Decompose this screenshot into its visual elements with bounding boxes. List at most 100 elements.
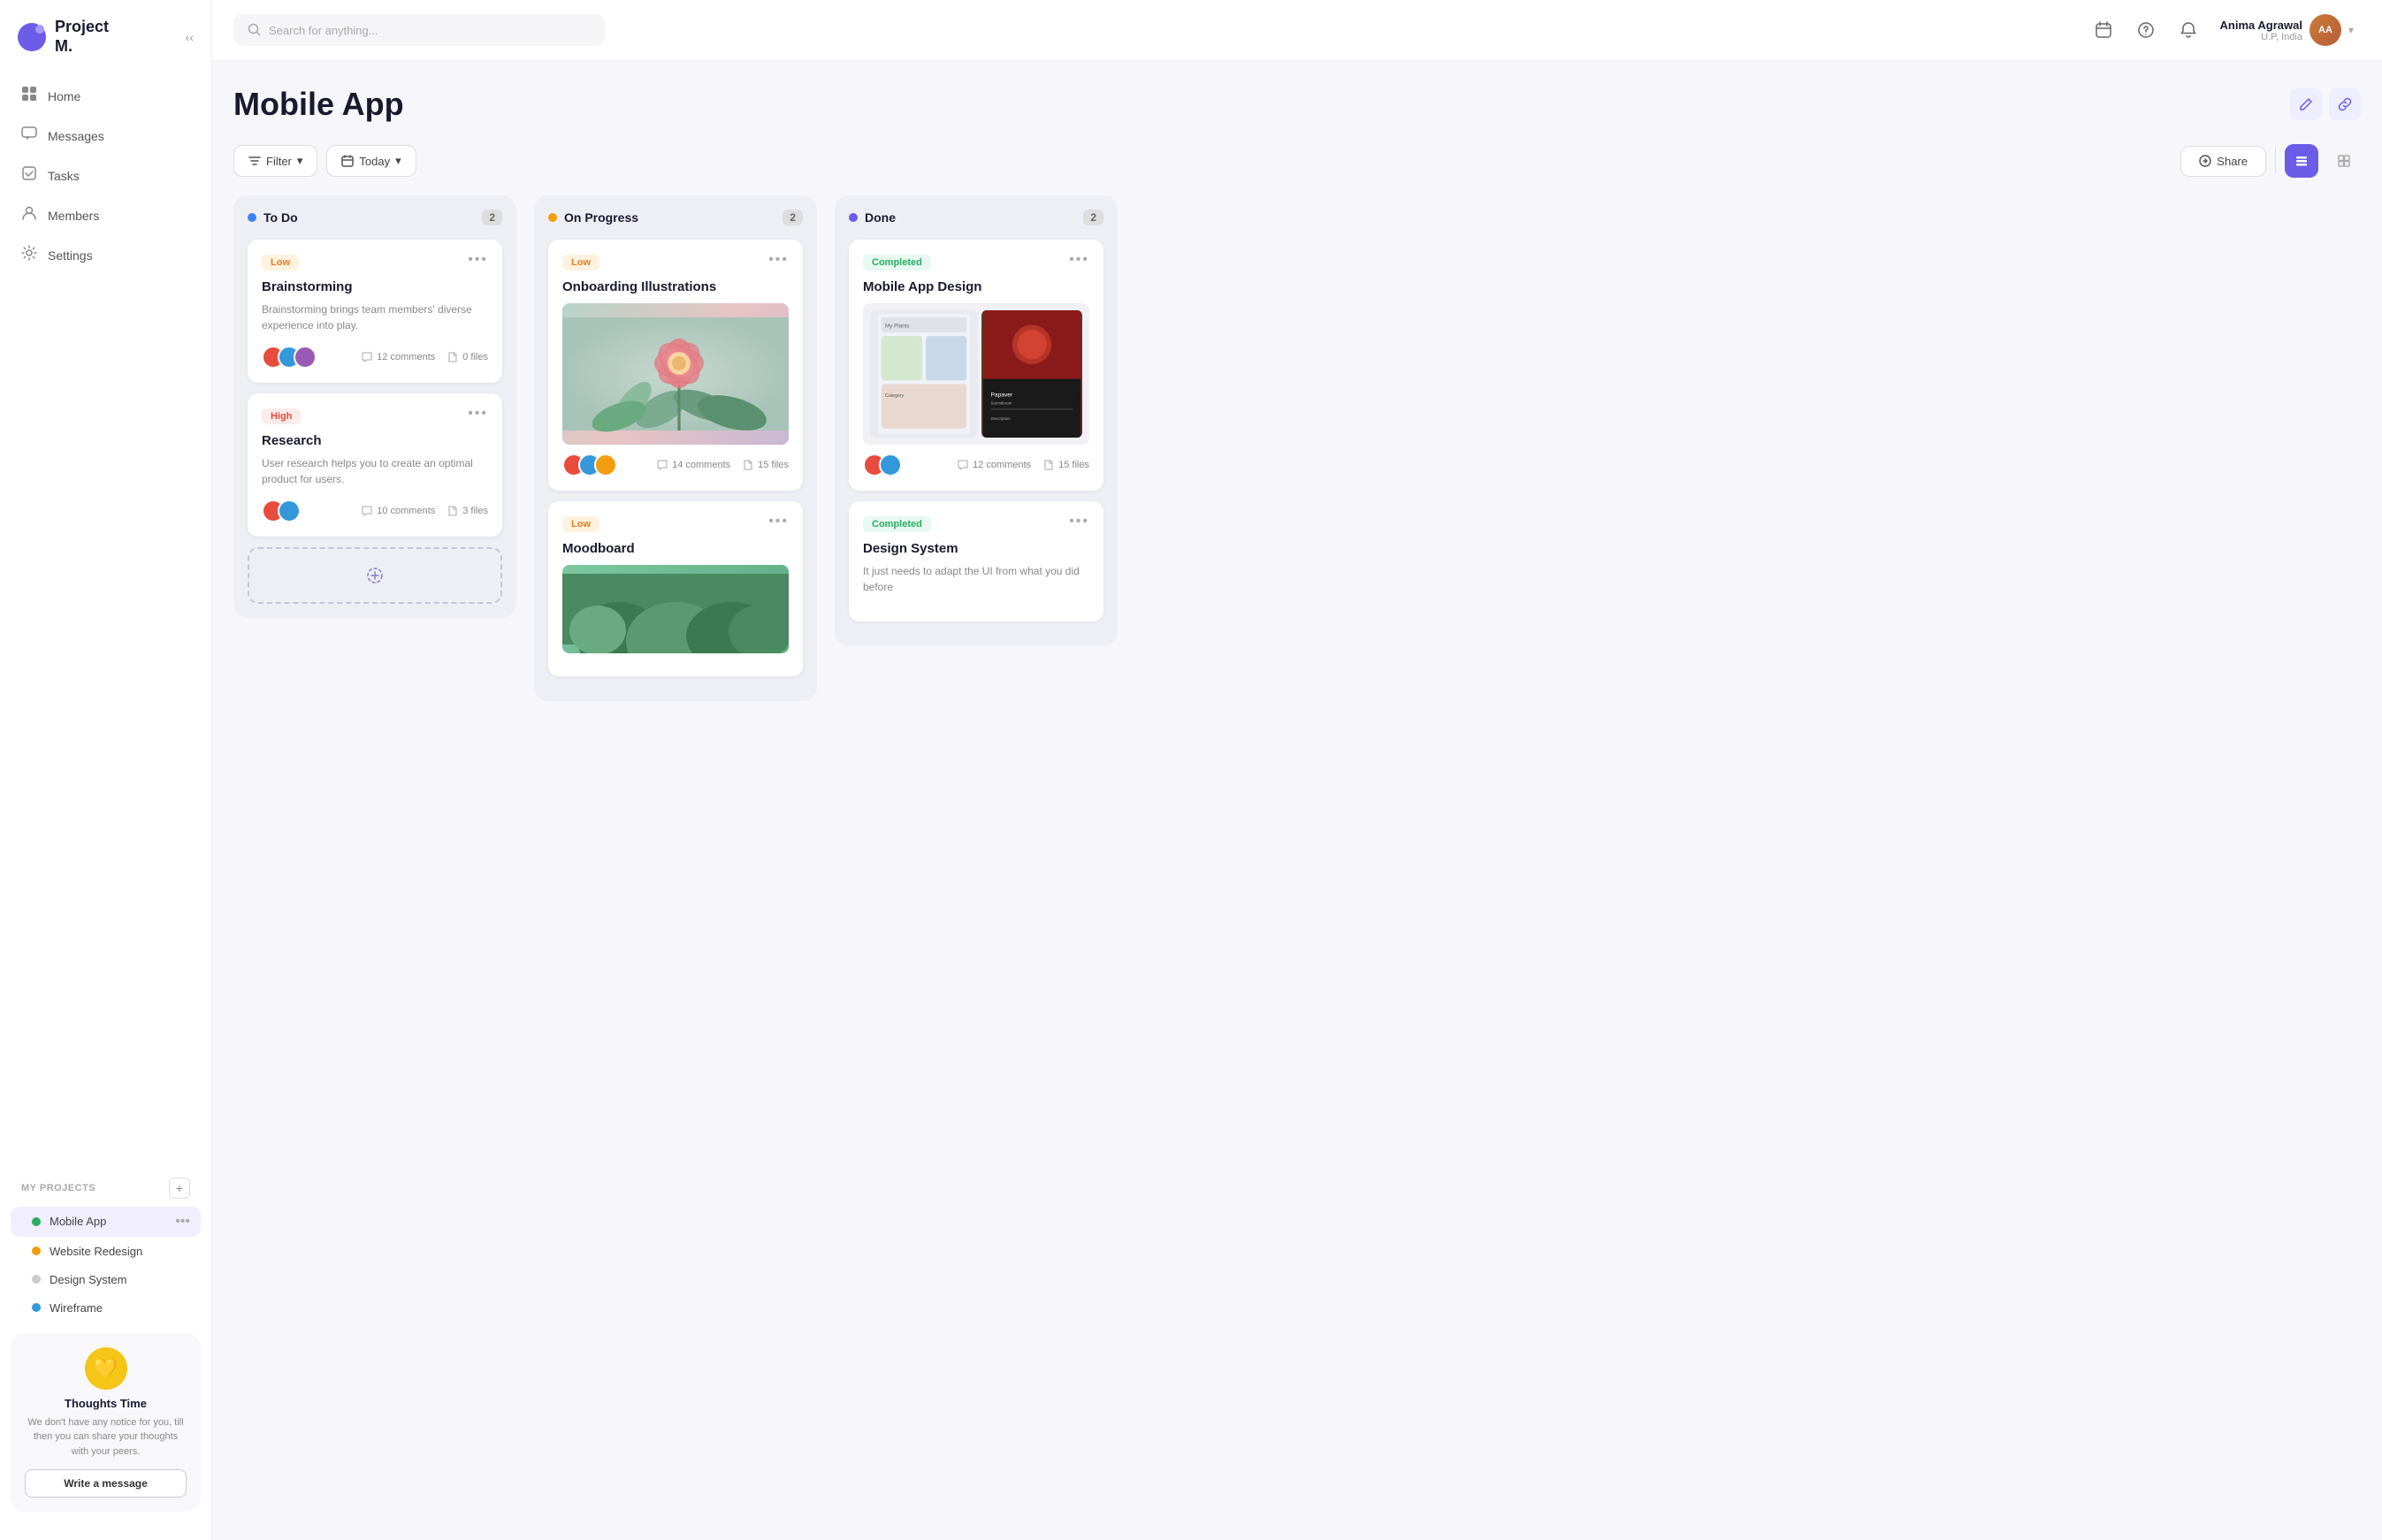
brand: ProjectM. ‹‹	[0, 18, 211, 77]
edit-icon-button[interactable]	[2290, 88, 2322, 120]
sidebar-item-messages[interactable]: Messages	[11, 117, 201, 155]
todo-column-title: To Do	[263, 210, 475, 225]
user-profile[interactable]: Anima Agrawal U.P, India AA ▾	[2213, 11, 2361, 50]
add-card-button-todo[interactable]	[248, 547, 502, 604]
todo-column-count: 2	[482, 210, 502, 225]
svg-text:My Plants: My Plants	[885, 324, 910, 330]
sidebar-nav: Home Messages Tasks Members Settings	[0, 77, 211, 1170]
avatar	[278, 499, 301, 522]
sidebar-item-settings-label: Settings	[48, 248, 93, 263]
design-system-menu-button[interactable]: •••	[1069, 514, 1089, 530]
on-progress-status-dot	[548, 213, 557, 222]
brainstorming-menu-button[interactable]: •••	[468, 252, 488, 268]
avatar: AA	[2309, 14, 2341, 46]
on-progress-column-title: On Progress	[564, 210, 775, 225]
moodboard-badge: Low	[562, 516, 599, 532]
project-dot-mobile-app	[32, 1217, 41, 1226]
project-item-wireframe[interactable]: Wireframe	[11, 1294, 201, 1322]
comment-icon	[362, 506, 372, 516]
brainstorming-title: Brainstorming	[262, 279, 488, 294]
avatar	[594, 454, 617, 476]
avatar	[879, 454, 902, 476]
research-meta: 10 comments 3 files	[362, 506, 488, 516]
research-title: Research	[262, 433, 488, 448]
chevron-down-icon: ▾	[2348, 24, 2354, 36]
sidebar-item-settings[interactable]: Settings	[11, 236, 201, 274]
files-count: 0 files	[447, 352, 488, 362]
filter-chevron-icon: ▾	[297, 154, 303, 168]
filter-button[interactable]: Filter ▾	[233, 145, 317, 177]
board-area: Mobile App Filter ▾ Today ▾	[212, 61, 2382, 1540]
project-item-website-redesign[interactable]: Website Redesign	[11, 1238, 201, 1265]
add-project-button[interactable]: +	[169, 1178, 190, 1199]
calendar-button[interactable]	[2086, 12, 2121, 48]
card-brainstorming: Low ••• Brainstorming Brainstorming brin…	[248, 240, 502, 383]
today-button[interactable]: Today ▾	[326, 145, 416, 177]
app-screens-preview: My Plants Category	[863, 303, 1089, 445]
column-on-progress: On Progress 2 Low ••• Onboarding Illustr…	[534, 195, 817, 701]
project-item-mobile-app[interactable]: Mobile App •••	[11, 1207, 201, 1237]
user-details: Anima Agrawal U.P, India	[2220, 19, 2302, 42]
project-item-design-system[interactable]: Design System	[11, 1266, 201, 1293]
avatar	[294, 346, 317, 369]
done-status-dot	[849, 213, 858, 222]
comment-icon	[958, 460, 968, 470]
column-done: Done 2 Completed ••• Mobile App Design	[835, 195, 1118, 646]
write-message-button[interactable]: Write a message	[25, 1469, 187, 1498]
link-icon	[2338, 97, 2352, 111]
sidebar-item-home[interactable]: Home	[11, 77, 201, 115]
projects-header: MY PROJECTS +	[0, 1170, 211, 1206]
thoughts-avatar: 💛	[85, 1347, 127, 1390]
grid-view-button[interactable]	[2327, 144, 2361, 178]
link-icon-button[interactable]	[2329, 88, 2361, 120]
sidebar-item-members[interactable]: Members	[11, 196, 201, 234]
onboarding-menu-button[interactable]: •••	[768, 252, 789, 268]
design-system-badge: Completed	[863, 516, 931, 532]
plant-illustration	[562, 565, 789, 653]
research-badge: High	[262, 408, 301, 424]
list-view-button[interactable]	[2285, 144, 2318, 178]
card-moodboard: Low ••• Moodboard	[548, 501, 803, 676]
settings-icon	[21, 245, 37, 265]
list-view-icon	[2294, 154, 2309, 168]
project-dot-wireframe	[32, 1303, 41, 1312]
mobile-app-design-menu-button[interactable]: •••	[1069, 252, 1089, 268]
mobile-app-design-image: My Plants Category	[863, 303, 1089, 445]
header: Search for anything... Anima Agrawal U.P…	[212, 0, 2382, 61]
mobile-app-design-badge: Completed	[863, 255, 931, 271]
board-header: Mobile App	[233, 61, 2361, 144]
onboarding-meta: 14 comments 15 files	[657, 460, 789, 470]
thoughts-card: 💛 Thoughts Time We don't have any notice…	[11, 1333, 201, 1513]
sidebar-item-home-label: Home	[48, 89, 80, 103]
comments-count: 14 comments	[657, 460, 730, 470]
research-footer: 10 comments 3 files	[262, 499, 488, 522]
onboarding-avatars	[562, 454, 610, 476]
file-icon	[447, 352, 458, 362]
board-title-icons	[2290, 88, 2361, 120]
home-icon	[21, 86, 37, 106]
help-button[interactable]	[2128, 12, 2164, 48]
onboarding-title: Onboarding Illustrations	[562, 279, 789, 294]
mobile-app-design-avatars	[863, 454, 895, 476]
svg-text:Somniferum: Somniferum	[990, 400, 1012, 405]
sidebar-item-tasks-label: Tasks	[48, 169, 80, 183]
notifications-button[interactable]	[2171, 12, 2206, 48]
kanban-board: To Do 2 Low ••• Brainstorming Brainstorm…	[233, 195, 2361, 726]
search-bar[interactable]: Search for anything...	[233, 14, 605, 46]
svg-text:Category: Category	[885, 393, 905, 399]
comment-icon	[362, 352, 372, 362]
projects-list: Mobile App ••• Website Redesign Design S…	[0, 1206, 211, 1323]
sidebar-collapse-button[interactable]: ‹‹	[186, 30, 194, 44]
files-count: 15 files	[1043, 460, 1089, 470]
research-menu-button[interactable]: •••	[468, 406, 488, 422]
share-button[interactable]: Share	[2180, 146, 2266, 177]
project-label-mobile-app: Mobile App	[50, 1215, 106, 1228]
card-onboarding-illustrations: Low ••• Onboarding Illustrations	[548, 240, 803, 491]
share-icon	[2199, 155, 2211, 167]
project-more-mobile-app[interactable]: •••	[175, 1214, 190, 1230]
user-location: U.P, India	[2220, 32, 2302, 42]
sidebar-item-tasks[interactable]: Tasks	[11, 156, 201, 194]
moodboard-menu-button[interactable]: •••	[768, 514, 789, 530]
onboarding-footer: 14 comments 15 files	[562, 454, 789, 476]
sidebar: ProjectM. ‹‹ Home Messages Tasks Membe	[0, 0, 212, 1540]
